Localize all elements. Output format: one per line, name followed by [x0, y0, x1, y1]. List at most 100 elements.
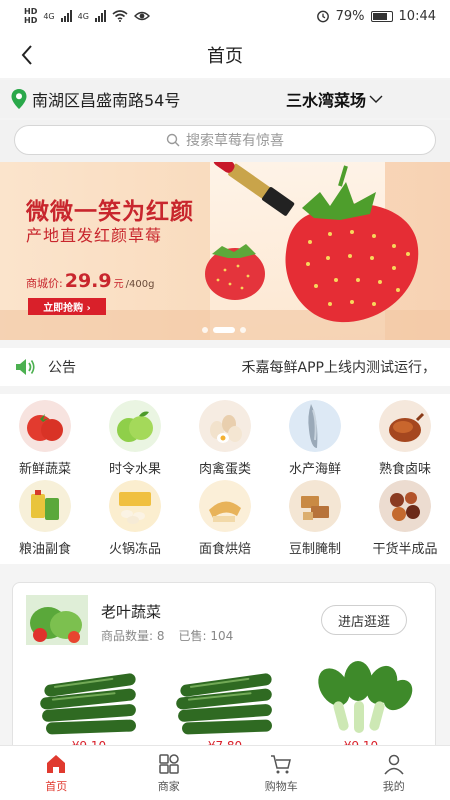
bok-choy-image: [302, 661, 420, 741]
cucumber-image: [30, 661, 148, 741]
tab-label: 我的: [382, 779, 405, 793]
promo-banner[interactable]: 微微一笑为红颜 产地直发红颜草莓 商城价: 29.9 元 /400g 立即抢购 …: [0, 162, 450, 340]
delivery-address[interactable]: 南湖区昌盛南路54号: [32, 87, 286, 111]
battery-percent: 79%: [335, 8, 365, 24]
tab-label: 首页: [45, 779, 68, 793]
sold-count: 已售: 104: [178, 629, 234, 643]
status-bar: HD HD 4G 4G 79% 10:44: [0, 0, 450, 32]
tab-label: 商家: [157, 779, 180, 793]
category-label: 肉禽蛋类: [198, 462, 251, 477]
carousel-dot-active[interactable]: [213, 327, 235, 333]
market-name: 三水湾菜场: [285, 91, 366, 110]
eye-icon: [133, 11, 150, 21]
category-label: 新鲜蔬菜: [18, 462, 71, 477]
network-badges: HD HD: [24, 7, 37, 25]
status-right: 79% 10:44: [316, 9, 436, 24]
speaker-icon: [16, 359, 35, 375]
page-title: 首页: [207, 46, 243, 67]
search-area: 搜索草莓有惊喜: [0, 120, 450, 162]
chevron-down-icon: [369, 95, 383, 103]
category-dried-goods[interactable]: 干货半成品: [360, 480, 450, 560]
announcement-text: 禾嘉每鲜APP上线内测试运行，: [241, 360, 436, 376]
banner-price-unit: 元: [113, 279, 124, 290]
cucumber-image: [166, 661, 284, 741]
home-screen: HD HD 4G 4G 79% 10:44 首页 南湖区昌盛南路54号 三水湾菜…: [0, 0, 450, 800]
banner-price-label: 商城价:: [26, 277, 63, 290]
clock: 10:44: [398, 8, 436, 24]
category-label: 时令水果: [108, 462, 161, 477]
fish-icon: [289, 400, 341, 452]
market-selector[interactable]: 三水湾菜场: [286, 87, 384, 111]
announcement-bar[interactable]: 公告 禾嘉每鲜APP上线内测试运行，: [0, 348, 450, 386]
cart-icon: [271, 754, 292, 773]
status-left: HD HD 4G 4G: [24, 7, 150, 25]
banner-subtitle: 产地直发红颜草莓: [26, 226, 163, 245]
tab-label: 购物车: [264, 779, 298, 793]
category-seafood[interactable]: 水产海鲜: [270, 400, 360, 480]
tofu-icon: [289, 480, 341, 532]
category-cooked-food[interactable]: 熟食卤味: [360, 400, 450, 480]
banner-price-value: 29.9: [64, 270, 112, 292]
dumplings-icon: [109, 480, 161, 532]
top-nav-bar: 首页: [0, 32, 450, 78]
apple-icon: [109, 400, 161, 452]
category-label: 粮油副食: [18, 542, 71, 557]
tab-merchants[interactable]: 商家: [113, 746, 226, 800]
tab-cart[interactable]: 购物车: [225, 746, 338, 800]
location-pin-icon: [11, 89, 27, 109]
bottom-tab-bar: 首页 商家 购物车 我的: [0, 745, 450, 800]
carousel-dot[interactable]: [202, 327, 208, 333]
category-grain-oil[interactable]: 粮油副食: [0, 480, 90, 560]
banner-price: 商城价: 29.9 元 /400g: [26, 270, 154, 292]
category-tofu-pickles[interactable]: 豆制腌制: [270, 480, 360, 560]
carousel-indicator: [202, 327, 246, 333]
home-icon: [47, 754, 66, 773]
tab-home[interactable]: 首页: [0, 746, 113, 800]
eggs-icon: [199, 400, 251, 452]
signal-2-icon: [94, 10, 106, 22]
category-label: 火锅冻品: [108, 542, 161, 557]
category-label: 水产海鲜: [288, 462, 341, 477]
announcement-label: 公告: [48, 360, 76, 376]
dried-goods-icon: [379, 480, 431, 532]
roast-duck-icon: [379, 400, 431, 452]
category-grid: 新鲜蔬菜 时令水果 肉禽蛋类 水产海鲜 熟食卤味 粮油副食 火锅冻品 面食烘焙 …: [0, 394, 450, 564]
category-label: 熟食卤味: [378, 462, 431, 477]
category-hotpot-frozen[interactable]: 火锅冻品: [90, 480, 180, 560]
banner-price-weight: /400g: [125, 279, 155, 290]
strawberry-illustration: [205, 162, 419, 323]
category-label: 干货半成品: [372, 542, 438, 557]
signal-2-label: 4G: [77, 11, 89, 21]
back-button[interactable]: [16, 42, 40, 68]
banner-title: 微微一笑为红颜: [26, 199, 194, 225]
store-card[interactable]: 老叶蔬菜 商品数量: 8 已售: 104 进店逛逛 ¥9.10 ¥7.80 ¥9…: [12, 582, 436, 762]
search-icon: [166, 133, 180, 147]
wifi-icon: [112, 10, 128, 22]
store-name: 老叶蔬菜: [101, 603, 162, 621]
category-seasonal-fruit[interactable]: 时令水果: [90, 400, 180, 480]
oil-icon: [19, 480, 71, 532]
grid-icon: [159, 753, 179, 774]
tomato-icon: [19, 400, 71, 452]
alarm-icon: [316, 10, 329, 23]
store-stats: 商品数量: 8 已售: 104: [101, 627, 233, 644]
chevron-left-icon: [21, 45, 32, 65]
category-label: 面食烘焙: [198, 542, 251, 557]
category-fresh-vegetables[interactable]: 新鲜蔬菜: [0, 400, 90, 480]
search-placeholder: 搜索草莓有惊喜: [186, 133, 284, 149]
tab-profile[interactable]: 我的: [338, 746, 450, 800]
carousel-dot[interactable]: [240, 327, 246, 333]
user-icon: [384, 754, 404, 774]
category-pasta-bakery[interactable]: 面食烘焙: [180, 480, 270, 560]
visit-store-button[interactable]: 进店逛逛: [321, 605, 407, 635]
signal-1-icon: [60, 10, 72, 22]
category-meat-eggs[interactable]: 肉禽蛋类: [180, 400, 270, 480]
signal-1-label: 4G: [43, 11, 55, 21]
buy-now-button[interactable]: 立即抢购 ›: [28, 298, 106, 315]
product-count: 商品数量: 8: [101, 629, 165, 643]
network-badge-1: HD: [24, 7, 38, 16]
location-bar: 南湖区昌盛南路54号 三水湾菜场: [0, 80, 450, 118]
search-input[interactable]: 搜索草莓有惊喜: [14, 125, 436, 155]
battery-icon: [370, 10, 393, 22]
store-thumbnail: [26, 595, 88, 645]
